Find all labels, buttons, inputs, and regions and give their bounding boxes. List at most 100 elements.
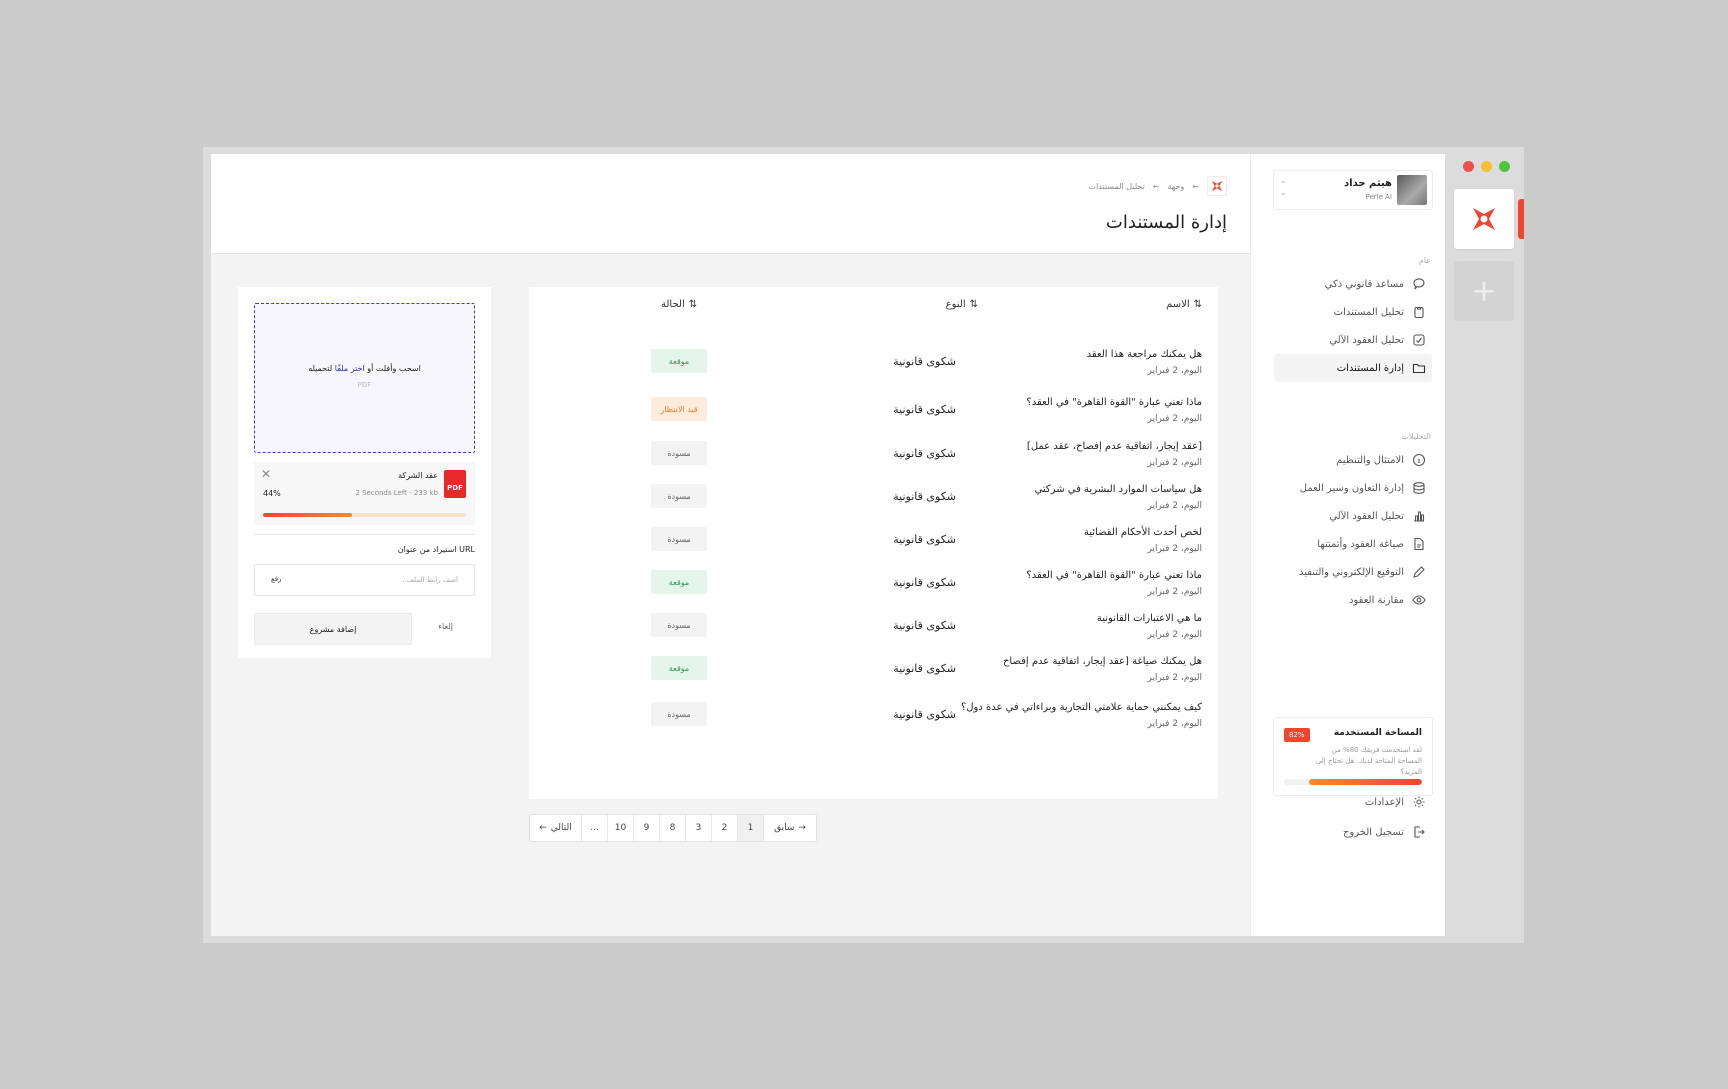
file-time-left: 2 Seconds Left: [355, 489, 407, 497]
status-badge: موقعة: [651, 349, 707, 373]
storage-usage-card: المساحة المستخدمة 82% لقد استخدمت فريقك …: [1273, 717, 1433, 796]
sidebar-item-label: تحليل العقود الآلي: [1329, 334, 1404, 346]
sidebar-item-contract-analytics[interactable]: تحليل العقود الآلي: [1274, 502, 1432, 530]
row-type: شكوى قانونية: [893, 490, 956, 503]
cancel-button[interactable]: إلغاء: [438, 622, 453, 631]
table-row[interactable]: كيف يمكنني حماية علامتي التجارية وبراءات…: [529, 702, 1218, 750]
table-row[interactable]: هل يمكنك مراجعة هذا العقد اليوم، 2 فبراير…: [529, 349, 1218, 397]
folder-icon: [1412, 363, 1426, 374]
close-window-button[interactable]: [1463, 161, 1474, 172]
logout-label: تسجيل الخروج: [1342, 826, 1404, 838]
gear-icon: [1413, 796, 1425, 808]
pagination-page-current[interactable]: 1: [738, 815, 764, 841]
row-date: اليوم، 2 فبراير: [1147, 458, 1202, 468]
status-badge: مسودة: [651, 702, 707, 726]
row-name-cell: لخص أحدث الأحكام القضائية اليوم، 2 فبراير: [1084, 527, 1202, 554]
pagination-page[interactable]: 2: [712, 815, 738, 841]
status-badge: قيد الانتظار: [651, 397, 707, 421]
sidebar-item-label: إدارة المستندات: [1336, 362, 1404, 374]
row-name-cell: ماذا تعني عبارة "القوة القاهرة" في العقد…: [1026, 397, 1202, 424]
row-title: [عقد إيجار، اتفاقية عدم إفصاح، عقد عمل]: [1026, 441, 1202, 452]
column-header-type[interactable]: النوع ⇅: [946, 299, 978, 310]
perle-logo-icon: [1473, 208, 1495, 230]
choose-file-link[interactable]: اختر ملفًا: [335, 364, 365, 373]
arrow-left-icon: ←: [1192, 181, 1199, 191]
sidebar-item-label: مساعد قانوني ذكي: [1324, 278, 1404, 290]
row-name-cell: كيف يمكنني حماية علامتي التجارية وبراءات…: [961, 702, 1202, 729]
sidebar-item-e-signature[interactable]: التوقيع الإلكتروني والتنفيذ: [1274, 558, 1432, 586]
table-row[interactable]: هل يمكنك صياغة [عقد إيجار، اتفاقية عدم إ…: [529, 656, 1218, 704]
minimize-window-button[interactable]: [1481, 161, 1492, 172]
sidebar-item-contract-compare[interactable]: مقارنة العقود: [1274, 586, 1432, 614]
sidebar-item-collaboration[interactable]: إدارة التعاون وسير العمل: [1274, 474, 1432, 502]
row-title: لخص أحدث الأحكام القضائية: [1083, 527, 1202, 538]
perle-logo-icon: [1211, 180, 1223, 192]
bar-chart-icon: [1414, 511, 1425, 522]
breadcrumb-item[interactable]: تحليل المستندات: [1089, 182, 1145, 191]
pagination-page[interactable]: 8: [660, 815, 686, 841]
sidebar-item-legal-assistant[interactable]: مساعد قانوني ذكي: [1274, 270, 1432, 298]
storage-percent-badge: 82%: [1284, 728, 1310, 742]
logout-button[interactable]: تسجيل الخروج: [1274, 818, 1432, 846]
app-switch-perle[interactable]: [1454, 189, 1514, 249]
sidebar-item-document-management[interactable]: إدارة المستندات: [1274, 354, 1432, 382]
arrow-left-icon: ←: [1152, 181, 1160, 191]
row-title: ماذا تعني عبارة "القوة القاهرة" في العقد…: [1026, 397, 1202, 408]
pagination-next-button[interactable]: ← التالي: [530, 815, 582, 841]
section-label-analytics: التحليلات: [1401, 432, 1431, 441]
pdf-file-icon: PDF: [444, 470, 466, 498]
sidebar-item-compliance[interactable]: الامتثال والتنظيم: [1274, 446, 1432, 474]
file-dropzone[interactable]: اسحب وأفلت أو اختر ملفًا لتحميله PDF: [254, 303, 475, 453]
table-row[interactable]: لخص أحدث الأحكام القضائية اليوم، 2 فبراير…: [529, 527, 1218, 575]
sidebar-item-contract-drafting[interactable]: صياغة العقود وأتمتتها: [1274, 530, 1432, 558]
pagination-page[interactable]: 9: [634, 815, 660, 841]
table-row[interactable]: [عقد إيجار، اتفاقية عدم إفصاح، عقد عمل] ا…: [529, 441, 1218, 489]
section-label-general: عام: [1418, 256, 1431, 265]
add-app-button[interactable]: +: [1454, 261, 1514, 321]
dropzone-file-hint: PDF: [357, 381, 372, 389]
column-header-status[interactable]: الحالة ⇅: [661, 299, 697, 310]
sidebar-item-label: التوقيع الإلكتروني والتنفيذ: [1298, 566, 1404, 578]
table-row[interactable]: هل سياسات الموارد البشرية في شركتي اليوم،…: [529, 484, 1218, 532]
pagination-prev-button[interactable]: سابق →: [764, 815, 816, 841]
breadcrumb-home[interactable]: [1207, 176, 1227, 196]
url-upload-button[interactable]: رفع: [271, 575, 281, 583]
row-type: شكوى قانونية: [893, 619, 956, 632]
row-title: هل يمكنك مراجعة هذا العقد: [1086, 349, 1202, 360]
pagination-page[interactable]: 3: [686, 815, 712, 841]
remove-file-button[interactable]: ✕: [261, 467, 271, 481]
status-badge: مسودة: [651, 613, 707, 637]
chat-icon: [1413, 278, 1425, 290]
column-header-name[interactable]: الاسم ⇅: [1166, 299, 1202, 310]
breadcrumb-item[interactable]: وجهة: [1168, 182, 1185, 191]
table-row[interactable]: ماذا تعني عبارة "القوة القاهرة" في العقد…: [529, 570, 1218, 618]
status-badge: مسودة: [651, 527, 707, 551]
maximize-window-button[interactable]: [1499, 161, 1510, 172]
window-controls: [1463, 161, 1510, 172]
sidebar-item-label: تحليل العقود الآلي: [1329, 510, 1404, 522]
column-label: النوع: [945, 299, 966, 310]
uploading-file: PDF عقد الشركة 2 Seconds Left - 233 kb 4…: [254, 462, 475, 525]
pagination: ← التالي ... 10 9 8 3 2 1 سابق →: [529, 814, 817, 842]
dropzone-text-before: اسحب وأفلت أو: [364, 364, 421, 373]
status-badge: موقعة: [651, 656, 707, 680]
sidebar-item-contract-analysis[interactable]: تحليل العقود الآلي: [1274, 326, 1432, 354]
table-row[interactable]: ماذا تعني عبارة "القوة القاهرة" في العقد…: [529, 397, 1218, 445]
add-project-button[interactable]: إضافة مشروع: [254, 613, 412, 645]
status-badge: مسودة: [651, 441, 707, 465]
settings-button[interactable]: الإعدادات: [1274, 788, 1432, 816]
url-input[interactable]: [294, 565, 474, 595]
url-import-box: رفع: [254, 564, 475, 596]
clipboard-icon: [1414, 306, 1424, 319]
pagination-page[interactable]: 10: [608, 815, 634, 841]
row-title: ماذا تعني عبارة "القوة القاهرة" في العقد…: [1026, 570, 1202, 581]
pagination-prev-label: سابق: [774, 823, 795, 833]
sidebar-item-document-analysis[interactable]: تحليل المستندات: [1274, 298, 1432, 326]
sort-icon: ⇅: [688, 299, 698, 310]
row-date: اليوم، 2 فبراير: [1147, 501, 1202, 511]
table-row[interactable]: ما هي الاعتبارات القانونية اليوم، 2 فبراي…: [529, 613, 1218, 661]
profile-switcher[interactable]: هيثم حداد Perle AI ⌃ ⌄: [1273, 170, 1433, 210]
divider: [254, 534, 475, 535]
row-date: اليوم، 2 فبراير: [1147, 366, 1202, 376]
row-type: شكوى قانونية: [893, 576, 956, 589]
